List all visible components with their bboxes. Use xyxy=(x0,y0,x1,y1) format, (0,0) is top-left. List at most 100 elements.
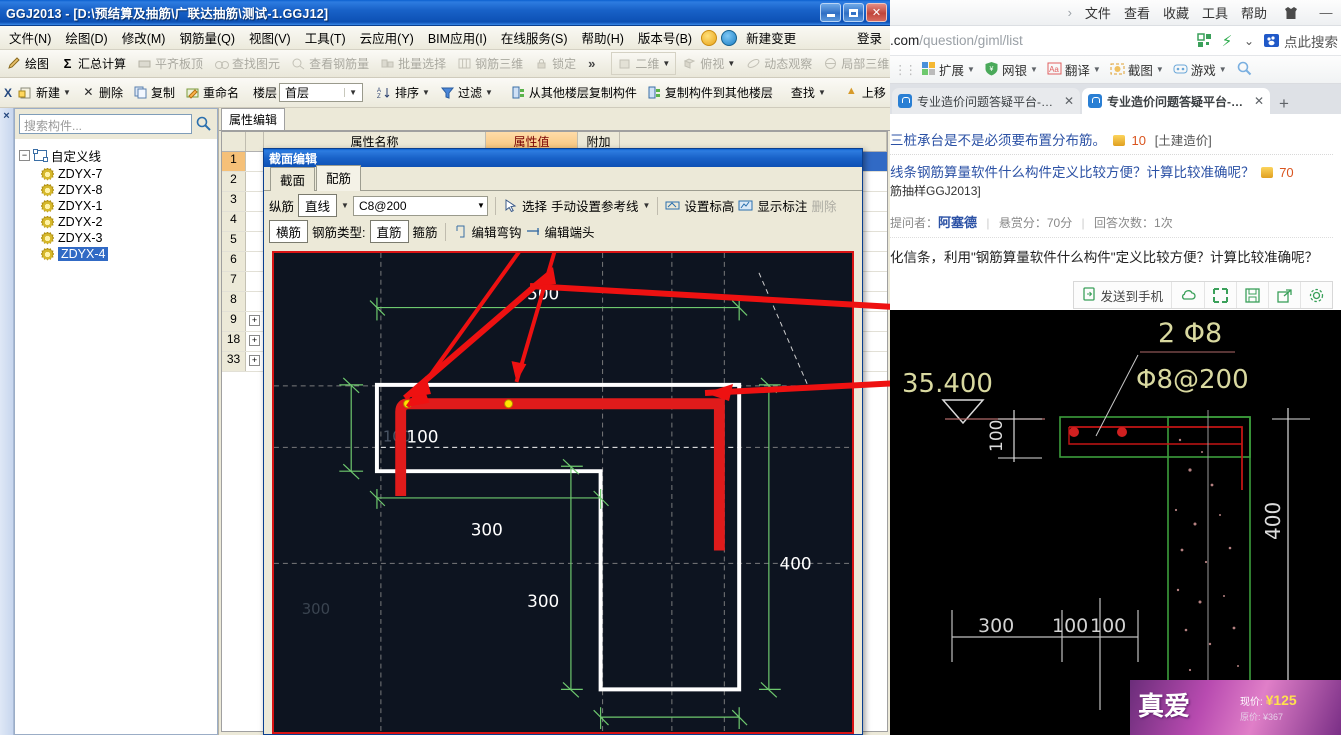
menu-item-cloud[interactable]: 云应用(Y) xyxy=(353,25,421,50)
expand-plus-icon[interactable]: + xyxy=(249,315,260,326)
row-expander[interactable] xyxy=(246,212,264,231)
tree-item-zdyx-8[interactable]: ZDYX-8 xyxy=(19,182,213,198)
expand-button[interactable] xyxy=(1205,282,1237,308)
row-expander[interactable] xyxy=(246,272,264,291)
bookmark-translate[interactable]: Aa 翻译 ▼ xyxy=(1044,58,1104,81)
row-expander[interactable] xyxy=(246,292,264,311)
toolbar-overflow-chevron[interactable]: » xyxy=(582,56,601,71)
search-input[interactable]: 搜索构件... xyxy=(19,114,192,134)
chevron-down-icon[interactable]: ▼ xyxy=(662,59,670,68)
find-button[interactable]: 查找 ▼ xyxy=(787,82,830,103)
delete-label[interactable]: 删除 xyxy=(811,196,836,215)
tab-property-edit[interactable]: 属性编辑 xyxy=(221,108,286,130)
chevron-down-icon-filter[interactable]: ▼ xyxy=(485,88,493,97)
sidebar-close-icon[interactable]: × xyxy=(0,108,13,122)
chevron-down-icon-bm5[interactable]: ▼ xyxy=(1219,65,1227,74)
expand-plus-icon[interactable]: + xyxy=(249,355,260,366)
bookmark-search-icon-btn[interactable] xyxy=(1233,58,1255,81)
row-expander[interactable]: + xyxy=(246,332,264,351)
close-button[interactable]: ✕ xyxy=(866,3,887,22)
sort-button[interactable]: AZ 排序 ▼ xyxy=(373,82,434,103)
tab-close-icon[interactable]: ✕ xyxy=(1064,94,1074,108)
toolbar-2d-view[interactable]: 二维 ▼ xyxy=(611,52,677,75)
search-icon[interactable] xyxy=(195,115,213,133)
tree-root-node[interactable]: − 自定义线 xyxy=(19,145,213,166)
share-button[interactable] xyxy=(1269,282,1301,308)
menu-item-draw[interactable]: 绘图(D) xyxy=(58,25,114,50)
menu-item-view[interactable]: 视图(V) xyxy=(242,25,298,50)
row-expander[interactable]: + xyxy=(246,312,264,331)
delete-component-button[interactable]: ✕ 删除 xyxy=(77,82,127,103)
chevron-down-icon-find[interactable]: ▼ xyxy=(818,88,826,97)
row-expander[interactable] xyxy=(246,152,264,171)
tree-item-zdyx-3[interactable]: ZDYX-3 xyxy=(19,230,213,246)
question-2-text[interactable]: 线条钢筋算量软件什么构件定义比较方便？计算比较准确呢？ xyxy=(890,165,1255,180)
address-text[interactable]: .com/question/giml/list xyxy=(890,33,1192,48)
new-tab-button[interactable]: + xyxy=(1272,94,1296,114)
tab-close-icon[interactable]: ✕ xyxy=(1254,94,1264,108)
move-up-button[interactable]: ▲ 上移 xyxy=(840,82,890,103)
row-expander[interactable] xyxy=(246,232,264,251)
rebar-spec-select[interactable]: C8@200 ▼ xyxy=(352,195,488,216)
browser-menu-file[interactable]: 文件 xyxy=(1085,3,1111,22)
chevron-down-icon-bm4[interactable]: ▼ xyxy=(1156,65,1164,74)
drag-handle-icon[interactable]: ⋮⋮ xyxy=(894,62,917,77)
chevron-down-icon-sort[interactable]: ▼ xyxy=(422,88,430,97)
paw-search-icon[interactable] xyxy=(1262,32,1280,50)
menu-item-rebar-qty[interactable]: 钢筋量(Q) xyxy=(172,25,242,50)
set-elevation-label[interactable]: 设置标高 xyxy=(684,196,734,215)
show-annotation-label[interactable]: 显示标注 xyxy=(757,196,807,215)
copy-from-other-floor-button[interactable]: 从其他楼层复制构件 xyxy=(507,82,641,103)
panel-close-x[interactable]: X xyxy=(4,86,12,100)
stirrup-button[interactable]: 箍筋 xyxy=(413,222,438,241)
section-canvas[interactable]: 100 300 500 100 300 300 400 200 xyxy=(272,251,854,734)
row-expander[interactable] xyxy=(246,252,264,271)
shirt-icon[interactable] xyxy=(1280,3,1302,23)
filter-button[interactable]: 过滤 ▼ xyxy=(436,82,497,103)
browser-tab-2[interactable]: 专业造价问题答疑平台-广联达 ✕ xyxy=(1082,88,1270,114)
menu-overflow-chevron[interactable]: › xyxy=(1068,5,1072,20)
bookmark-screenshot[interactable]: 截图 ▼ xyxy=(1107,58,1167,81)
search-hint-label[interactable]: 点此搜索 xyxy=(1284,31,1338,51)
edit-hook-label[interactable]: 编辑弯钩 xyxy=(472,222,522,241)
advertisement-banner[interactable]: 真爱 现价: ¥125 原价: ¥367 xyxy=(1130,680,1341,735)
rename-component-button[interactable]: 重命名 xyxy=(181,82,243,103)
edit-end-label[interactable]: 编辑端头 xyxy=(545,222,595,241)
bookmark-banking[interactable]: ¥ 网银 ▼ xyxy=(981,58,1041,81)
menu-item-tools[interactable]: 工具(T) xyxy=(298,25,353,50)
chevron-down-icon-bm1[interactable]: ▼ xyxy=(967,65,975,74)
toolbar-level-slab-top[interactable]: 平齐板顶 xyxy=(132,53,208,74)
cloud-button[interactable] xyxy=(1172,282,1205,308)
transverse-rebar-button[interactable]: 横筋 xyxy=(269,220,309,243)
collapse-icon[interactable]: − xyxy=(19,150,30,161)
new-component-button[interactable]: 新建 ▼ xyxy=(14,82,75,103)
browser-minimize-button[interactable]: — xyxy=(1315,3,1337,23)
browser-menu-tools[interactable]: 工具 xyxy=(1202,3,1228,22)
toolbar-rebar-3d[interactable]: 钢筋三维 xyxy=(452,53,528,74)
menu-item-file[interactable]: 文件(N) xyxy=(2,25,58,50)
maximize-button[interactable] xyxy=(843,3,864,22)
floor-select[interactable]: 首层 ▼ xyxy=(279,83,364,102)
toolbar-dynamic-observe[interactable]: 动态观察 xyxy=(741,53,817,74)
login-link[interactable]: 登录 xyxy=(857,28,882,47)
select-label[interactable]: 选择 xyxy=(522,196,547,215)
row-expander[interactable] xyxy=(246,172,264,191)
toolbar-find-element[interactable]: 查找图元 xyxy=(209,53,285,74)
send-to-phone-button[interactable]: 发送到手机 xyxy=(1074,282,1172,308)
rebar-node[interactable] xyxy=(504,399,514,409)
bookmark-extensions[interactable]: 扩展 ▼ xyxy=(918,58,978,81)
chevron-down-icon-bm3[interactable]: ▼ xyxy=(1093,65,1101,74)
straight-rebar-button[interactable]: 直筋 xyxy=(369,220,409,243)
toolbar-summary-calc[interactable]: Σ 汇总计算 xyxy=(55,53,131,74)
menu-item-new-change[interactable]: 新建变更 xyxy=(739,25,803,50)
chevron-down-icon-floor[interactable]: ▼ xyxy=(344,88,360,97)
menu-item-bim[interactable]: BIM应用(I) xyxy=(421,25,494,50)
tab-rebar[interactable]: 配筋 xyxy=(316,165,362,191)
browser-tab-1[interactable]: 专业造价问题答疑平台-广联达 ✕ xyxy=(892,88,1080,114)
tree-item-zdyx-1[interactable]: ZDYX-1 xyxy=(19,198,213,214)
tree-item-zdyx-2[interactable]: ZDYX-2 xyxy=(19,214,213,230)
toolbar-batch-select[interactable]: 批量选择 xyxy=(375,53,451,74)
menu-item-online-service[interactable]: 在线服务(S) xyxy=(494,25,575,50)
menu-item-modify[interactable]: 修改(M) xyxy=(115,25,173,50)
chevron-down-icon-new[interactable]: ▼ xyxy=(63,88,71,97)
